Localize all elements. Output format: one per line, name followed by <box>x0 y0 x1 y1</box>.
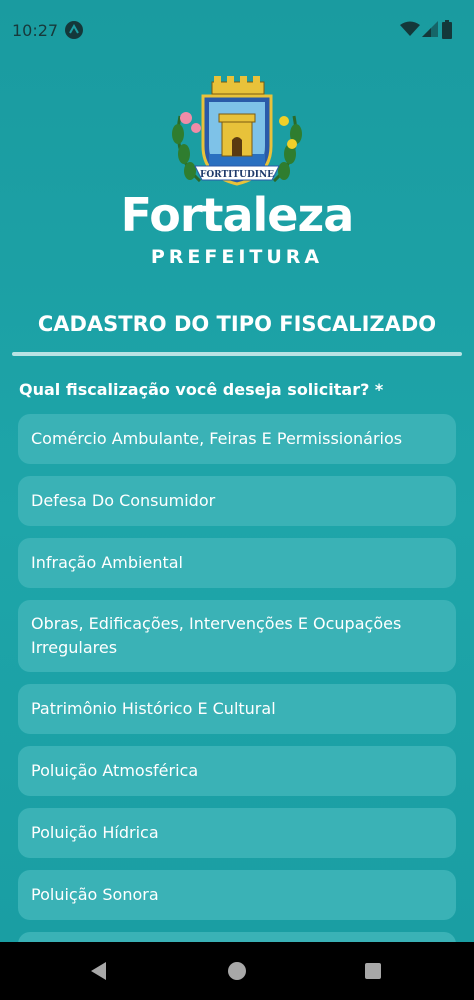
crown-icon <box>211 76 265 95</box>
brand-name: Fortaleza <box>120 188 355 242</box>
option-patrimonio-historico[interactable]: Patrimônio Histórico E Cultural <box>18 684 456 734</box>
option-poluicao-sonora[interactable]: Poluição Sonora <box>18 870 456 920</box>
status-time: 10:27 <box>12 21 59 40</box>
option-poluicao-atmosferica[interactable]: Poluição Atmosférica <box>18 746 456 796</box>
option-label: Patrimônio Histórico E Cultural <box>31 699 276 718</box>
option-obras-edificacoes[interactable]: Obras, Edificações, Intervenções E Ocupa… <box>18 600 456 672</box>
back-triangle-icon[interactable] <box>90 961 108 981</box>
left-branch-icon <box>172 112 202 183</box>
option-poluicao-hidrica[interactable]: Poluição Hídrica <box>18 808 456 858</box>
brand-subtitle: PREFEITURA <box>150 246 324 268</box>
option-defesa-consumidor[interactable]: Defesa Do Consumidor <box>18 476 456 526</box>
right-branch-icon <box>272 115 302 183</box>
status-icons <box>400 20 460 40</box>
option-label: Poluição Sonora <box>31 885 159 904</box>
option-label: Poluição Atmosférica <box>31 761 199 780</box>
question-label: Qual fiscalização você deseja solicitar?… <box>19 380 384 399</box>
options-list: Comércio Ambulante, Feiras E Permissioná… <box>18 414 456 942</box>
home-circle-icon[interactable] <box>228 962 246 980</box>
option-comercio-ambulante[interactable]: Comércio Ambulante, Feiras E Permissioná… <box>18 414 456 464</box>
status-bar: 10:27 <box>0 0 474 58</box>
app-screen: 10:27 FORTITUDINE Fortaleza PREFEITURA C… <box>0 0 474 942</box>
battery-icon <box>442 20 452 39</box>
option-label: Comércio Ambulante, Feiras E Permissioná… <box>31 429 403 448</box>
navigation-bar <box>0 942 474 1000</box>
option-label: Defesa Do Consumidor <box>31 491 216 510</box>
crest-motto: FORTITUDINE <box>200 170 274 180</box>
option-infracao-ambiental[interactable]: Infração Ambiental <box>18 538 456 588</box>
page-title: CADASTRO DO TIPO FISCALIZADO <box>37 312 437 336</box>
recents-square-icon[interactable] <box>365 963 381 979</box>
title-divider <box>12 352 462 356</box>
option-label: Obras, Edificações, Intervenções E Ocupa… <box>31 614 402 657</box>
city-crest-logo: FORTITUDINE <box>0 76 474 196</box>
arrow-up-circle-icon <box>65 21 83 39</box>
wifi-icon <box>400 21 420 36</box>
option-partial[interactable] <box>18 932 456 942</box>
option-label: Poluição Hídrica <box>31 823 159 842</box>
option-label: Infração Ambiental <box>31 553 183 572</box>
cell-signal-icon <box>422 21 438 37</box>
